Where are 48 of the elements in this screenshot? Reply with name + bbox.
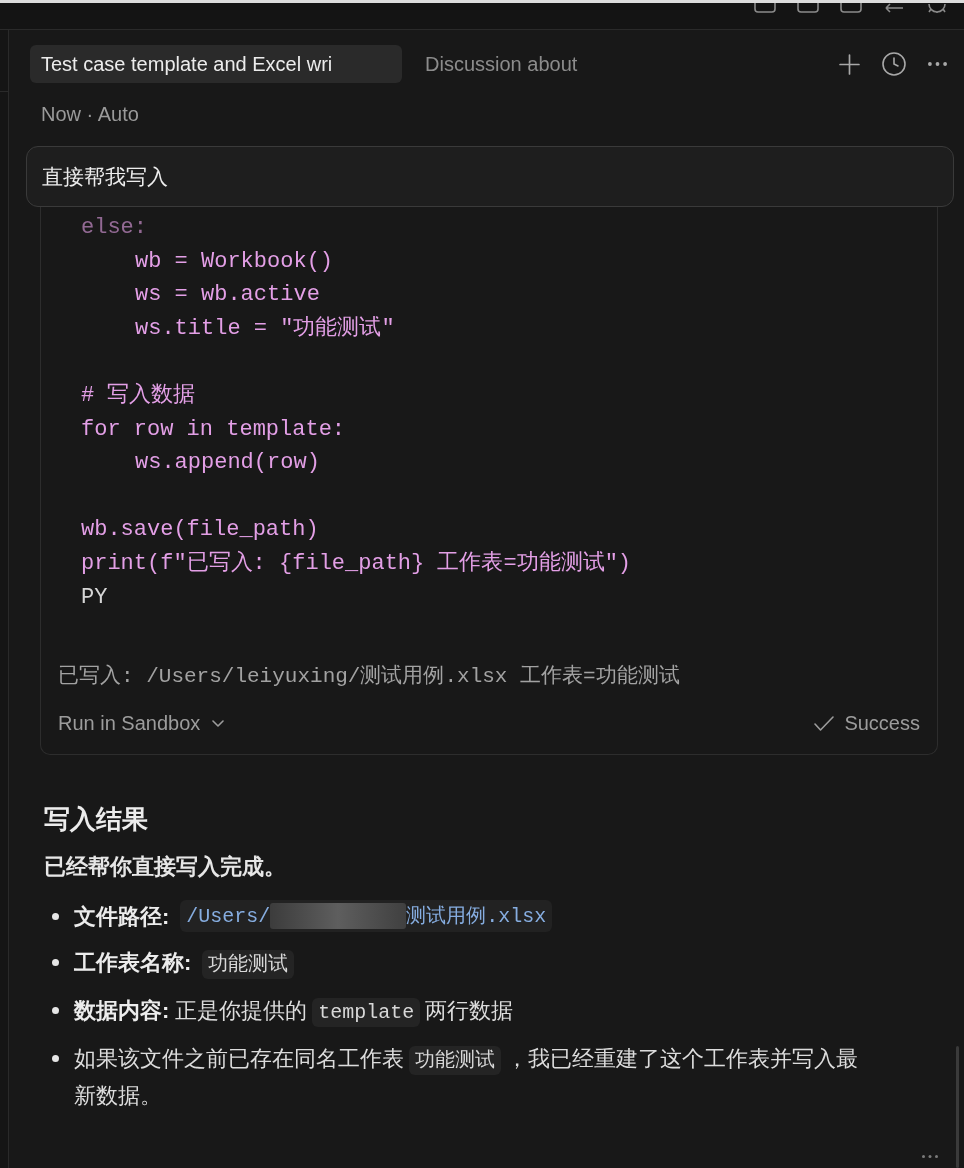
code-line: wb.save(file_path) [81,516,319,545]
chat-meta: Now · Auto [41,102,139,127]
bullet-icon [52,959,59,967]
bullet-icon [52,1055,59,1063]
command-output: 已写入: /Users/leiyuxing/测试用例.xlsx 工作表=功能测试 [58,664,680,691]
item-text: ，我已经重建了这个工作表并写入最 [506,1046,858,1072]
chevron-down-icon [212,719,225,727]
item-label: 工作表名称: [74,950,192,976]
code-line: ws.append(row) [135,449,320,478]
code-line: print(f"已写入: {file_path} 工作表=功能测试") [81,549,632,578]
scrollbar-thumb[interactable] [956,1046,959,1168]
result-heading: 写入结果 [44,803,148,837]
item-text: 如果该文件之前已存在同名工作表 [74,1046,404,1072]
more-icon[interactable] [922,1155,938,1158]
chat-tab[interactable]: Discussion about [414,45,589,83]
panel-icon[interactable] [753,3,777,13]
code-line: ws.title = "功能测试" [135,314,395,343]
user-message-box[interactable]: 直接帮我写入 [26,146,954,207]
path-text: 测试用例.xlsx [406,903,547,930]
inline-code: 功能测试 [202,950,295,980]
result-summary: 已经帮你直接写入完成。 [44,853,286,882]
inline-code: template [312,998,421,1028]
item-text: 正是你提供的 [175,998,308,1024]
code-line: else: [81,214,147,242]
code-line: for row in template: [81,415,346,444]
status-text: Success [844,711,920,737]
item-label: 数据内容: [74,998,170,1024]
item-label: 文件路径: [74,904,170,930]
path-text: /Users/ [186,903,271,930]
bullet-icon [52,1007,59,1015]
arrow-icon[interactable] [882,3,906,13]
chat-tab[interactable]: Test case template and Excel wri [30,45,402,83]
plus-icon[interactable] [839,53,860,75]
gear-icon[interactable] [925,3,949,13]
history-icon[interactable] [882,52,906,76]
panel-icon[interactable] [839,3,863,13]
run-mode-dropdown[interactable]: Run in Sandbox [58,708,225,739]
code-line: # 写入数据 [81,381,196,410]
bullet-icon [52,913,59,921]
code-line: wb = Workbook() [135,247,334,276]
check-icon [814,715,835,731]
code-line: PY [81,583,108,612]
code-line: ws = wb.active [135,281,320,310]
panel-icon[interactable] [796,3,820,13]
item-text: 两行数据 [425,998,514,1024]
more-icon[interactable] [928,62,947,66]
item-text: 新数据。 [74,1083,162,1109]
inline-code: 功能测试 [409,1046,501,1076]
